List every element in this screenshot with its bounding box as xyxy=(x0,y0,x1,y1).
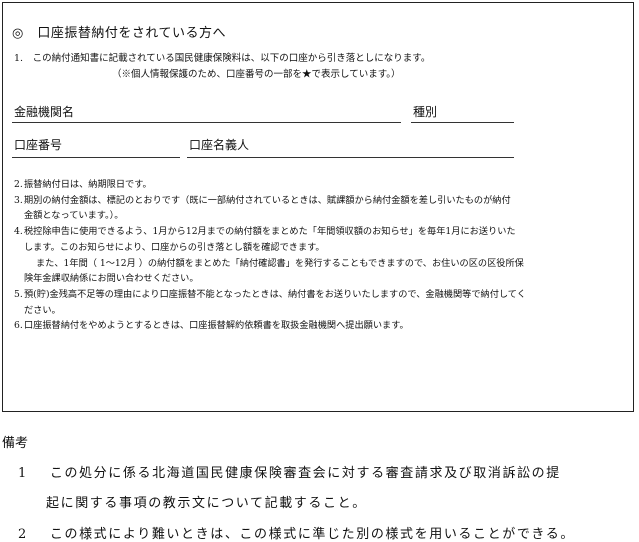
account-type-label: 種別 xyxy=(413,105,438,119)
note-item-3: 3. 期別の納付金額は、標記のとおりです（既に一部納付されているときは、賦課額か… xyxy=(14,194,511,222)
account-number-label: 口座番号 xyxy=(14,138,63,152)
note-item-5: 5. 預(貯)金残高不足等の理由により口座振替不能となったときは、納付書をお送り… xyxy=(14,288,526,316)
note-item-6: 6. 口座振替納付をやめようとするときは、口座振替解約依頼書を取扱金融機関へ提出… xyxy=(14,320,409,332)
remark-item-1: 1 この処分に係る北海道国民健康保険審査会に対する審査請求及び取消訴訟の提 xyxy=(18,466,561,481)
account-type-line xyxy=(411,122,514,123)
note-item-1: 1. この納付通知書に記載されている国民健康保険料は、以下の口座から引き落としに… xyxy=(14,53,431,64)
bank-name-label: 金融機関名 xyxy=(14,105,75,119)
note-item-4: 4. 税控除申告に使用できるよう、1月から12月までの納付額をまとめた「年間領収… xyxy=(14,226,524,285)
account-number-line xyxy=(12,157,180,158)
section-title: ◎ 口座振替納付をされている方へ xyxy=(12,26,226,41)
remark-item-2: 2 この様式により難いときは、この様式に準じた別の様式を用いることができる。 xyxy=(18,527,575,542)
note-item-2: 2. 振替納付日は、納期限日です。 xyxy=(14,179,152,190)
privacy-note: （※個人情報保護のため、口座番号の一部を★で表示しています。） xyxy=(112,69,401,80)
remarks-heading: 備考 xyxy=(2,436,29,451)
account-holder-label: 口座名義人 xyxy=(189,138,250,152)
notes-list: 2. 振替納付日は、納期限日です。 3. 期別の納付金額は、標記のとおりです（既… xyxy=(14,177,614,334)
remark-item-1-continued: 起に関する事項の教示文について記載すること。 xyxy=(46,496,367,511)
bank-name-line xyxy=(12,122,401,123)
account-holder-line xyxy=(187,157,514,158)
